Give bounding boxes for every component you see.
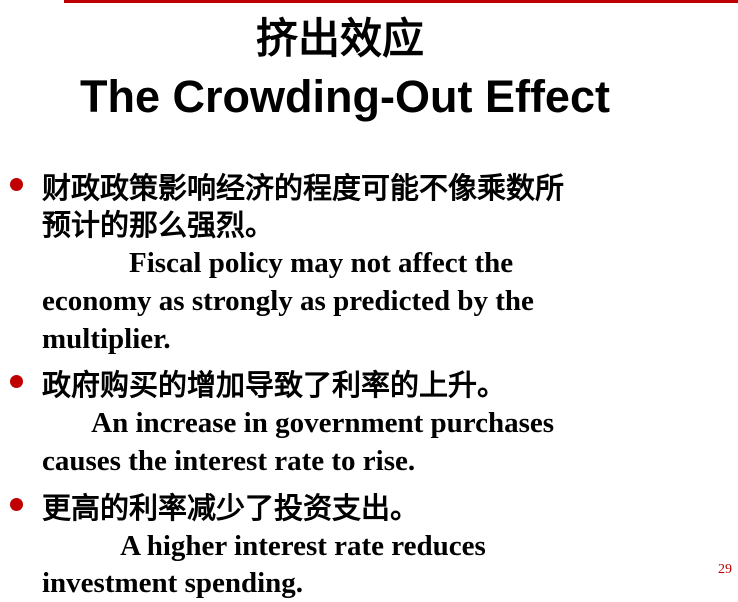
bullet-1-chinese-line-2: 预计的那么强烈。 bbox=[42, 208, 275, 242]
bullet-1-english-line-1: Fiscal policy may not affect the bbox=[42, 247, 514, 279]
bullet-1-chinese-line-1: 财政政策影响经济的程度可能不像乘数所 bbox=[42, 171, 565, 205]
bullet-2-english-line-2: causes the interest rate to rise. bbox=[42, 445, 416, 477]
bullet-icon bbox=[10, 375, 23, 388]
title-english: The Crowding-Out Effect bbox=[80, 71, 610, 122]
top-accent-line bbox=[64, 0, 738, 3]
bullet-icon bbox=[10, 498, 23, 511]
bullet-icon bbox=[10, 178, 23, 191]
title-chinese: 挤出效应 bbox=[255, 14, 424, 63]
bullet-1-english-line-2: economy as strongly as predicted by the bbox=[42, 285, 534, 317]
page-number: 29 bbox=[718, 562, 732, 577]
bullet-1-english-line-3: multiplier. bbox=[42, 323, 171, 355]
bullet-2-chinese-line-1: 政府购买的增加导致了利率的上升。 bbox=[42, 368, 507, 402]
bullet-3-english-line-1: A higher interest rate reduces bbox=[42, 530, 486, 562]
bullet-3-english-line-2: investment spending. bbox=[42, 567, 304, 599]
bullet-3-chinese-line-1: 更高的利率减少了投资支出。 bbox=[42, 491, 420, 525]
bullet-2-english-line-1: An increase in government purchases bbox=[42, 407, 555, 439]
